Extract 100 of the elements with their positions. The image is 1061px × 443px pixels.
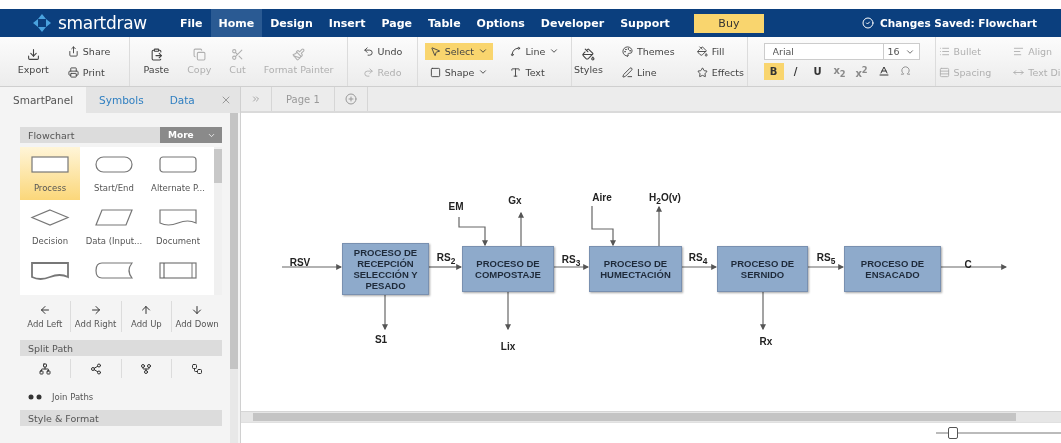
stream-label: Gx: [508, 194, 522, 206]
style-option-button[interactable]: Line: [616, 63, 680, 81]
paintbrush-icon: [292, 48, 306, 61]
menu-item[interactable]: Developer: [532, 9, 613, 37]
add-shape-button[interactable]: Add Right: [69, 301, 121, 332]
dots-icon: [28, 394, 42, 400]
connector-arrow: [281, 264, 343, 270]
process-node: PROCESO DE COMPOSTAJE: [462, 246, 554, 292]
connector-arrow: [518, 211, 524, 247]
add-shape-button[interactable]: Add Left: [20, 301, 70, 332]
join-paths-button[interactable]: Join Paths: [20, 392, 222, 402]
pen-icon: [621, 66, 633, 78]
tool-button[interactable]: Line: [505, 42, 565, 60]
tool-button[interactable]: Text: [505, 63, 565, 81]
decision-shape-icon: [30, 208, 70, 227]
undo-button[interactable]: Undo: [357, 42, 408, 60]
menu-item[interactable]: Support: [612, 9, 678, 37]
arrow-left-icon: [38, 304, 51, 316]
slider-thumb[interactable]: [947, 427, 958, 439]
shape-tile[interactable]: Alternate P...: [148, 147, 208, 200]
data-shape-icon: [94, 208, 134, 227]
add-shape-button[interactable]: Add Up: [120, 301, 172, 332]
connector-arrow: [807, 264, 845, 270]
menu-item[interactable]: Home: [210, 9, 263, 37]
format-button[interactable]: B: [763, 63, 784, 80]
shape-tile[interactable]: Document: [148, 200, 208, 253]
stream-label: RS$_{2}$: [436, 252, 456, 266]
connector-arrow: [458, 216, 488, 247]
undo-icon: [362, 45, 374, 57]
panel-tab[interactable]: Symbols: [86, 87, 157, 113]
palette-icon: [621, 45, 633, 57]
menu-item[interactable]: Design: [262, 9, 321, 37]
scrollbar-thumb[interactable]: [230, 113, 238, 369]
process-node: PROCESO DE HUMECTACIÓN: [589, 246, 682, 292]
style-option-button[interactable]: Effects: [691, 63, 749, 81]
printer-icon: [67, 66, 79, 78]
shape-tile[interactable]: Decision: [20, 200, 80, 253]
tool-button[interactable]: Shape: [424, 63, 494, 81]
connector-arrow: [681, 264, 718, 270]
connector-arrow: [591, 205, 616, 247]
redo-icon: [362, 66, 374, 78]
shape-tile[interactable]: Start/End: [84, 147, 144, 200]
panel-tab[interactable]: SmartPanel: [0, 87, 87, 113]
shape-tile[interactable]: Data (Input...: [84, 200, 144, 253]
buy-button[interactable]: Buy: [693, 13, 764, 33]
branch-icon: [89, 362, 102, 375]
section-title: Split Path: [27, 342, 73, 354]
horizontal-scrollbar[interactable]: [241, 411, 1061, 422]
share-icon: [67, 45, 79, 57]
stream-label: RS$_{5}$: [816, 252, 836, 266]
format-button[interactable]: U: [807, 63, 828, 80]
connector-arrow: [553, 264, 590, 270]
paint-bucket-icon: [582, 48, 595, 61]
shape-tile[interactable]: Process: [20, 147, 80, 200]
paste-icon: [149, 48, 163, 61]
menu-item[interactable]: Table: [420, 9, 469, 37]
arrow-down-icon: [191, 304, 204, 316]
tool-button[interactable]: Select: [424, 42, 494, 60]
menu-item[interactable]: Insert: [320, 9, 374, 37]
process-node: PROCESO DE SERNIDO: [717, 246, 808, 292]
fork-icon: [140, 362, 153, 375]
alternate-shape-icon: [158, 155, 198, 174]
section-title: Flowchart: [27, 129, 75, 141]
stream-label: Rx: [759, 335, 773, 347]
network-icon: [38, 362, 51, 375]
export-button[interactable]: Export: [13, 48, 53, 75]
format-button[interactable]: /: [785, 63, 806, 80]
panel-tab[interactable]: Data: [156, 87, 208, 113]
document-shape-icon: [158, 208, 198, 227]
menu-item[interactable]: Page: [373, 9, 420, 37]
process-shape-icon: [30, 155, 70, 174]
font-size-dropdown[interactable]: 16: [883, 43, 920, 60]
menu-item[interactable]: Options: [468, 9, 533, 37]
process-node: PROCESO DE ENSACADO: [844, 246, 941, 292]
style-option-button[interactable]: Fill: [691, 42, 749, 60]
font-field[interactable]: Arial: [763, 43, 884, 60]
omega-icon: [900, 65, 911, 76]
stream-label: EM: [448, 200, 464, 212]
style-option-button[interactable]: Themes: [616, 42, 680, 60]
connector-arrow: [428, 264, 463, 270]
square-icon: [429, 66, 441, 78]
logo-icon: [32, 13, 52, 33]
save-status: Changes Saved: Flowchart: [862, 17, 1061, 29]
scrollbar-thumb[interactable]: [214, 149, 222, 183]
menu-item[interactable]: File: [172, 9, 211, 37]
clipboard-button[interactable]: Paste: [139, 48, 174, 75]
workflow-icon: [191, 362, 204, 375]
share-button[interactable]: Share: [62, 42, 116, 60]
connector-arrow: [760, 291, 766, 331]
logo-text: smartdraw: [58, 13, 147, 33]
process-node: PROCESO DE RECEPCIÓN SELECCIÓN Y PESADO: [342, 243, 429, 295]
caret-icon: [478, 67, 489, 77]
stream-label: Aire: [592, 191, 612, 203]
align-icon: [1013, 45, 1025, 57]
add-shape-button[interactable]: Add Down: [171, 301, 222, 332]
predefined-shape-icon: [158, 261, 198, 280]
print-button[interactable]: Print: [62, 63, 116, 81]
stream-label: C: [964, 258, 972, 270]
stream-label: RSV: [289, 256, 311, 268]
styles-button[interactable]: Styles: [570, 48, 607, 75]
